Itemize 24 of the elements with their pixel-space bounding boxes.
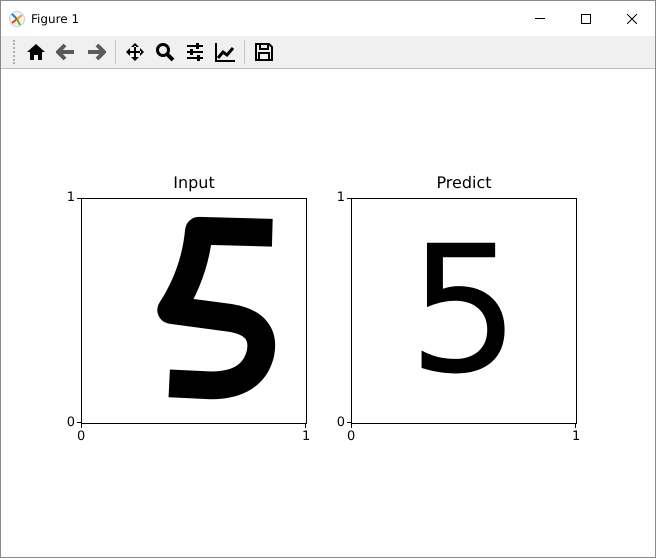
save-icon <box>254 42 274 62</box>
tick-label: 1 <box>66 191 75 205</box>
axes-title: Input <box>173 173 215 193</box>
predicted-digit: 5 <box>408 223 520 399</box>
app-icon <box>9 10 25 26</box>
minimize-icon <box>535 18 545 19</box>
tick-label: 1 <box>572 430 580 444</box>
zoom-icon <box>155 42 175 62</box>
tick-label: 0 <box>77 430 86 444</box>
tick-label: 1 <box>336 191 345 205</box>
back-arrow-icon <box>56 42 76 62</box>
tick-label: 1 <box>302 430 310 444</box>
maximize-icon <box>581 14 591 24</box>
move-icon <box>125 42 145 62</box>
tick-label: 0 <box>347 430 356 444</box>
home-icon <box>26 42 46 62</box>
forward-arrow-icon <box>86 42 106 62</box>
line-chart-icon <box>215 42 235 62</box>
axes-title: Predict <box>436 173 492 193</box>
close-icon <box>627 14 637 24</box>
sliders-icon <box>185 42 205 62</box>
window-title: Figure 1 <box>31 12 80 26</box>
tick-label: 0 <box>66 416 75 430</box>
tick-label: 0 <box>336 416 345 430</box>
